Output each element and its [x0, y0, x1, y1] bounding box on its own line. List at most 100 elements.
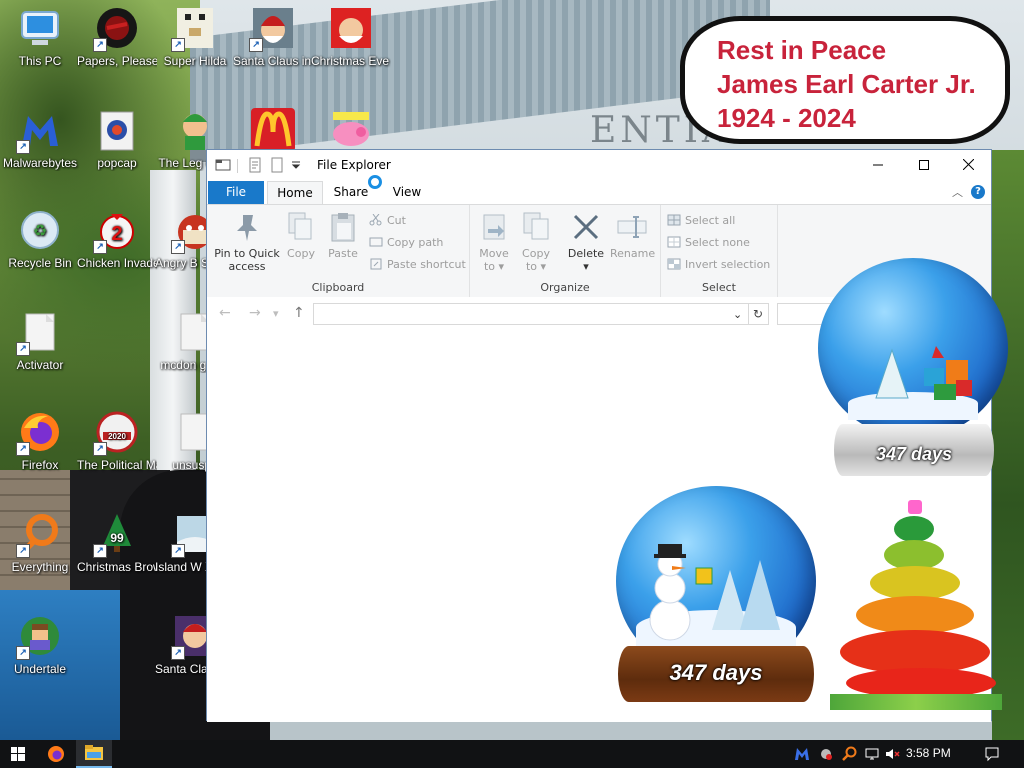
desktop-icon-christmas-browser[interactable]: 99 ↗ Christmas Browser 99: [77, 512, 157, 575]
network-tray-icon[interactable]: [864, 746, 880, 762]
desktop-icon-malwarebytes[interactable]: ↗ Malwarebytes: [0, 108, 80, 171]
title-bar[interactable]: File Explorer: [207, 150, 991, 180]
ribbon-collapse-icon[interactable]: ︿: [952, 184, 963, 200]
up-arrow-icon[interactable]: ↑: [293, 305, 305, 321]
desktop-icon-super-hilda[interactable]: ↗ Super Hilda: [155, 6, 235, 69]
tab-file[interactable]: File: [208, 181, 264, 204]
organize-group-label: Organize: [540, 281, 590, 294]
svg-text:99: 99: [110, 531, 124, 545]
paste-button[interactable]: Paste: [325, 211, 361, 260]
tree-base-grass: [830, 694, 1002, 710]
popcap-icon: [95, 108, 139, 152]
chicken-invaders-icon: 2 ↗: [93, 208, 139, 254]
taskbar-file-explorer[interactable]: [76, 740, 112, 768]
properties-icon[interactable]: [247, 157, 263, 173]
notifications-tray-icon[interactable]: [984, 746, 1000, 762]
refresh-icon[interactable]: ↻: [748, 303, 769, 325]
invert-selection-button[interactable]: Invert selection: [667, 258, 770, 271]
start-button[interactable]: [0, 740, 36, 768]
everything-icon: ↗: [16, 512, 62, 558]
rename-button[interactable]: Rename: [610, 211, 655, 260]
move-to-icon: [478, 211, 510, 243]
paste-shortcut-button[interactable]: Paste shortcut: [369, 258, 466, 271]
new-folder-icon[interactable]: [269, 157, 285, 173]
christmas-eve-crisis-icon: [329, 6, 373, 50]
paste-shortcut-icon: [369, 258, 383, 270]
super-hilda-icon: ↗: [171, 6, 217, 52]
christmas-browser-icon: 99 ↗: [93, 512, 139, 558]
select-none-button[interactable]: Select none: [667, 236, 750, 249]
desktop-icon-papers-please[interactable]: ↗ Papers, Please: [77, 6, 157, 69]
invert-selection-icon: [667, 258, 681, 270]
desktop-icon-chicken-invaders[interactable]: 2 ↗ Chicken Invaders 2: [77, 208, 157, 271]
rename-icon: [616, 211, 648, 243]
desktop-icon-popcap[interactable]: popcap: [77, 108, 157, 171]
desktop-icon-undertale[interactable]: ↗ Undertale: [0, 614, 80, 677]
volume-muted-tray-icon[interactable]: [884, 746, 900, 762]
copy-to-button[interactable]: Copy to ▾: [518, 211, 554, 273]
move-to-button[interactable]: Move to ▾: [476, 211, 512, 273]
customize-quick-access-icon[interactable]: [291, 159, 307, 175]
window-title: File Explorer: [317, 158, 391, 172]
desktop-icon-everything[interactable]: ↗ Everything: [0, 512, 80, 575]
ribbon-group-select: Select all Select none Invert selection …: [661, 205, 778, 297]
ribbon-tabs: File Home Share View ︿ ?: [207, 180, 991, 205]
tab-home[interactable]: Home: [267, 181, 323, 205]
folder-icon: [215, 157, 231, 173]
papers-please-icon: ↗: [93, 6, 139, 52]
ribbon-group-organize: Move to ▾ Copy to ▾ Delete ▾ Rename Orga…: [470, 205, 661, 297]
forward-arrow-icon[interactable]: →: [249, 305, 261, 321]
close-button[interactable]: [945, 150, 991, 180]
recent-locations-icon[interactable]: ▾: [273, 307, 279, 320]
file-explorer-icon: [85, 745, 103, 760]
copy-button[interactable]: Copy: [283, 211, 319, 260]
political-machine-icon: 2020 ↗: [93, 410, 139, 456]
pin-to-quick-access-button[interactable]: Pin to Quick access: [213, 211, 281, 273]
address-input[interactable]: [313, 303, 749, 325]
clipboard-group-label: Clipboard: [311, 281, 365, 294]
copy-path-button[interactable]: Copy path: [369, 236, 443, 249]
taskbar-clock[interactable]: 3:58 PM: [906, 746, 951, 760]
select-none-icon: [667, 236, 681, 248]
gifts-tree-scene-icon: [875, 346, 972, 400]
desktop-icon-political-machine[interactable]: 2020 ↗ The Political Machine 2...: [77, 410, 157, 473]
mcdonalds-icon: [251, 108, 295, 152]
desktop-icon-christmas-eve-crisis[interactable]: Christmas Eve Crisis: [311, 6, 391, 69]
scissors-icon: [369, 213, 383, 226]
search-tray-icon[interactable]: [842, 746, 858, 762]
desktop-icon-this-pc[interactable]: This PC: [0, 6, 80, 69]
memorial-line-1: Rest in Peace: [717, 35, 887, 65]
copy-path-icon: [369, 236, 383, 248]
back-arrow-icon[interactable]: ←: [219, 305, 231, 321]
legend-of-zelda-icon: [173, 108, 217, 152]
tab-view[interactable]: View: [383, 181, 431, 204]
memorial-line-2: James Earl Carter Jr.: [717, 69, 976, 99]
windows-logo-icon: [11, 747, 25, 761]
desktop-icon-recycle-bin[interactable]: ♻ Recycle Bin: [0, 208, 80, 271]
minimize-button[interactable]: [855, 150, 901, 180]
taskbar-firefox[interactable]: [38, 740, 74, 768]
delete-button[interactable]: Delete ▾: [566, 211, 606, 273]
svg-text:♻: ♻: [33, 223, 47, 240]
firefox-icon: [48, 746, 64, 762]
santa-claus-icon: ↗: [249, 6, 295, 52]
tree-top-bow: [908, 500, 922, 514]
select-group-label: Select: [702, 281, 736, 294]
desktop-icon-santa-claus[interactable]: ↗ Santa Claus in Trouble... A...: [233, 6, 313, 69]
help-icon[interactable]: ?: [971, 185, 985, 199]
loading-cursor-icon: [368, 175, 382, 189]
tree-ring: [870, 566, 960, 600]
pig-game-icon: [329, 108, 373, 152]
settings-tray-icon[interactable]: [818, 746, 834, 762]
recycle-bin-icon: ♻: [18, 208, 62, 252]
desktop-icon-firefox[interactable]: ↗ Firefox: [0, 410, 80, 473]
maximize-button[interactable]: [901, 150, 947, 180]
desktop-icon-activator[interactable]: ↗ Activator: [0, 310, 80, 373]
select-all-button[interactable]: Select all: [667, 214, 735, 227]
taskbar: 3:58 PM: [0, 740, 1024, 768]
malwarebytes-tray-icon[interactable]: [794, 746, 810, 762]
svg-text:2: 2: [111, 223, 122, 245]
cut-button[interactable]: Cut: [369, 213, 406, 227]
delete-x-icon: [570, 211, 602, 243]
this-pc-icon: [18, 6, 62, 50]
